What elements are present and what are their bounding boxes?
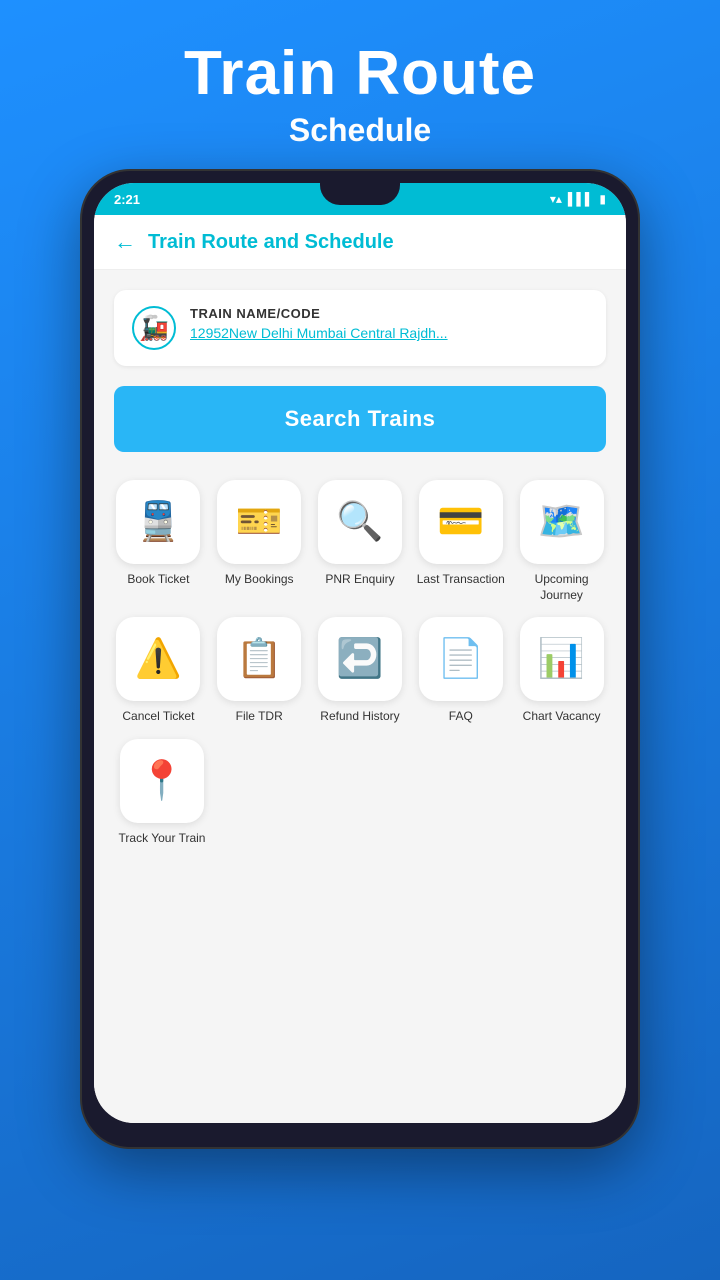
cancel-ticket-icon-box: ⚠️ xyxy=(116,617,200,701)
file-tdr-icon: 📋 xyxy=(236,637,283,681)
faq-label: FAQ xyxy=(449,709,473,725)
train-logo-icon: 🚂 xyxy=(139,314,169,343)
phone-mockup: 2:21 ▾▴ ▌▌▌ ▮ ← Train Route and Schedule… xyxy=(80,169,640,1149)
file-tdr-label: File TDR xyxy=(236,709,283,725)
chart-vacancy-icon-box: 📊 xyxy=(520,617,604,701)
chart-vacancy-label: Chart Vacancy xyxy=(523,709,601,725)
refund-history-label: Refund History xyxy=(320,709,399,725)
upcoming-journey-icon: 🗺️ xyxy=(538,500,585,544)
back-button[interactable]: ← xyxy=(114,229,136,255)
grid-item-my-bookings[interactable]: 🎫 My Bookings xyxy=(215,480,304,603)
header-section: Train Route Schedule xyxy=(0,0,720,169)
battery-icon: ▮ xyxy=(599,192,606,206)
faq-icon: 📄 xyxy=(437,637,484,681)
cancel-ticket-label: Cancel Ticket xyxy=(122,709,194,725)
content-area: 🚂 TRAIN NAME/CODE 12952New Delhi Mumbai … xyxy=(94,270,626,1123)
train-name-card: 🚂 TRAIN NAME/CODE 12952New Delhi Mumbai … xyxy=(114,290,606,366)
grid-item-file-tdr[interactable]: 📋 File TDR xyxy=(215,617,304,725)
refund-history-icon-box: ↩️ xyxy=(318,617,402,701)
book-ticket-icon-box: 🚆 xyxy=(116,480,200,564)
wifi-icon: ▾▴ xyxy=(550,192,562,206)
grid-item-upcoming-journey[interactable]: 🗺️ Upcoming Journey xyxy=(517,480,606,603)
grid-item-faq[interactable]: 📄 FAQ xyxy=(416,617,505,725)
track-your-train-label: Track Your Train xyxy=(119,831,206,847)
upcoming-journey-icon-box: 🗺️ xyxy=(520,480,604,564)
upcoming-journey-label: Upcoming Journey xyxy=(517,572,606,603)
grid-item-cancel-ticket[interactable]: ⚠️ Cancel Ticket xyxy=(114,617,203,725)
train-name-value[interactable]: 12952New Delhi Mumbai Central Rajdh... xyxy=(190,325,448,341)
faq-icon-box: 📄 xyxy=(419,617,503,701)
grid-item-track-your-train[interactable]: 📍 Track Your Train xyxy=(114,739,210,847)
train-icon-circle: 🚂 xyxy=(132,306,176,350)
train-name-label: TRAIN NAME/CODE xyxy=(190,306,448,321)
refund-history-icon: ↩️ xyxy=(336,637,383,681)
chart-vacancy-icon: 📊 xyxy=(538,637,585,681)
track-your-train-icon: 📍 xyxy=(138,759,185,803)
my-bookings-label: My Bookings xyxy=(225,572,294,588)
header-title: Train Route xyxy=(20,40,700,108)
book-ticket-label: Book Ticket xyxy=(127,572,189,588)
book-ticket-icon: 🚆 xyxy=(135,500,182,544)
last-transaction-label: Last Transaction xyxy=(417,572,505,588)
search-trains-button[interactable]: Search Trains xyxy=(114,386,606,452)
grid-row-0: 🚆 Book Ticket 🎫 My Bookings 🔍 PNR Enquiry 💳 Las… xyxy=(114,480,606,603)
cancel-ticket-icon: ⚠️ xyxy=(135,637,182,681)
header-subtitle: Schedule xyxy=(20,112,700,149)
grid-row-2: 📍 Track Your Train xyxy=(114,739,606,847)
file-tdr-icon-box: 📋 xyxy=(217,617,301,701)
status-icons: ▾▴ ▌▌▌ ▮ xyxy=(550,192,606,206)
app-header: ← Train Route and Schedule xyxy=(94,215,626,270)
grid-item-pnr-enquiry[interactable]: 🔍 PNR Enquiry xyxy=(316,480,405,603)
track-your-train-icon-box: 📍 xyxy=(120,739,204,823)
feature-grid: 🚆 Book Ticket 🎫 My Bookings 🔍 PNR Enquiry 💳 Las… xyxy=(114,480,606,846)
grid-item-refund-history[interactable]: ↩️ Refund History xyxy=(316,617,405,725)
last-transaction-icon: 💳 xyxy=(437,500,484,544)
train-info: TRAIN NAME/CODE 12952New Delhi Mumbai Ce… xyxy=(190,306,448,341)
status-time: 2:21 xyxy=(114,192,140,207)
signal-icon: ▌▌▌ xyxy=(568,192,594,206)
grid-item-chart-vacancy[interactable]: 📊 Chart Vacancy xyxy=(517,617,606,725)
grid-row-1: ⚠️ Cancel Ticket 📋 File TDR ↩️ Refund History… xyxy=(114,617,606,725)
grid-item-book-ticket[interactable]: 🚆 Book Ticket xyxy=(114,480,203,603)
pnr-enquiry-label: PNR Enquiry xyxy=(325,572,394,588)
my-bookings-icon: 🎫 xyxy=(236,500,283,544)
pnr-enquiry-icon: 🔍 xyxy=(336,500,383,544)
grid-item-last-transaction[interactable]: 💳 Last Transaction xyxy=(416,480,505,603)
pnr-enquiry-icon-box: 🔍 xyxy=(318,480,402,564)
last-transaction-icon-box: 💳 xyxy=(419,480,503,564)
phone-notch xyxy=(320,183,400,205)
phone-screen: 2:21 ▾▴ ▌▌▌ ▮ ← Train Route and Schedule… xyxy=(94,183,626,1123)
app-header-title: Train Route and Schedule xyxy=(148,231,394,254)
my-bookings-icon-box: 🎫 xyxy=(217,480,301,564)
